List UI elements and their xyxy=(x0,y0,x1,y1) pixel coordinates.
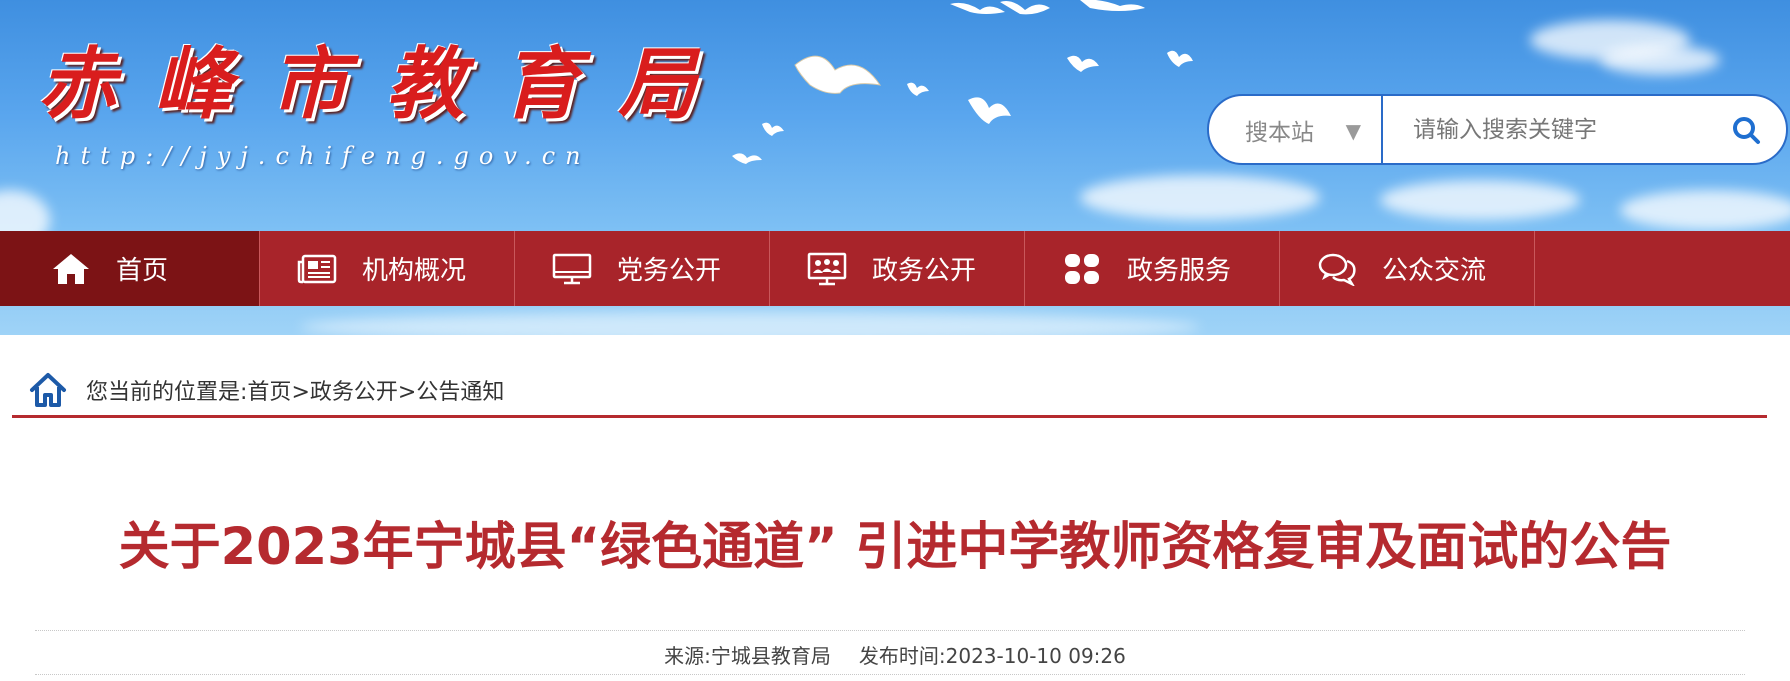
site-title: 赤峰市教育局 xyxy=(38,39,735,130)
dove-decoration xyxy=(762,122,784,136)
cloud-decoration xyxy=(300,312,1200,335)
dove-decoration xyxy=(968,97,1011,124)
nav-label: 首页 xyxy=(116,256,169,286)
article-meta: 来源:宁城县教育局 发布时间:2023-10-10 09:26 xyxy=(0,640,1790,669)
chat-icon xyxy=(1316,251,1358,287)
divider xyxy=(35,674,1745,675)
source-label: 来源: xyxy=(664,644,711,668)
monitor-icon xyxy=(551,251,593,287)
meeting-icon xyxy=(806,251,848,287)
dove-decoration xyxy=(907,82,929,96)
main-nav: 首页 机构概况 党务公开 政务公开 政务服务 公众交流 xyxy=(0,231,1790,306)
dove-decoration xyxy=(1167,50,1193,67)
nav-item-public-communication[interactable]: 公众交流 xyxy=(1280,231,1535,306)
header-banner: 赤峰市教育局 http://jyj.chifeng.gov.cn 搜本站 ▼ 首… xyxy=(0,0,1790,335)
search-scope-select[interactable]: 搜本站 ▼ xyxy=(1209,96,1383,163)
nav-item-organization[interactable]: 机构概况 xyxy=(260,231,515,306)
source-value: 宁城县教育局 xyxy=(710,644,831,668)
breadcrumb-link-announcements[interactable]: 公告通知 xyxy=(416,380,504,405)
dove-decoration xyxy=(732,153,762,164)
breadcrumb-prefix: 您当前的位置是: xyxy=(86,379,248,405)
search-button[interactable] xyxy=(1706,96,1786,163)
nav-label: 党务公开 xyxy=(617,256,722,286)
nav-item-government-affairs[interactable]: 政务公开 xyxy=(770,231,1025,306)
home-icon xyxy=(50,251,92,287)
breadcrumb-separator: > xyxy=(291,379,310,405)
search-scope-label: 搜本站 xyxy=(1245,119,1314,146)
dove-decoration xyxy=(1067,55,1099,72)
grid-icon xyxy=(1061,251,1103,287)
search-input[interactable] xyxy=(1383,96,1706,163)
search-bar: 搜本站 ▼ xyxy=(1207,94,1788,165)
cloud-decoration xyxy=(1080,175,1320,220)
breadcrumb-link-home[interactable]: 首页 xyxy=(247,380,291,405)
site-logo[interactable]: 赤峰市教育局 http://jyj.chifeng.gov.cn xyxy=(38,39,735,171)
nav-label: 政务服务 xyxy=(1127,256,1232,286)
cloud-decoration xyxy=(1600,45,1720,75)
site-url: http://jyj.chifeng.gov.cn xyxy=(55,142,591,170)
nav-item-party-affairs[interactable]: 党务公开 xyxy=(515,231,770,306)
home-outline-icon xyxy=(30,372,66,407)
breadcrumb-link-government-affairs[interactable]: 政务公开 xyxy=(310,380,398,405)
triangle-down-icon: ▼ xyxy=(1345,119,1361,143)
dove-decoration xyxy=(794,55,882,94)
nav-label: 公众交流 xyxy=(1382,256,1487,286)
publish-date-value: 2023-10-10 09:26 xyxy=(945,644,1126,668)
search-icon xyxy=(1733,116,1760,144)
article-title: 关于2023年宁城县“绿色通道” 引进中学教师资格复审及面试的公告 xyxy=(118,518,1672,577)
cloud-decoration xyxy=(1620,190,1790,230)
nav-item-home[interactable]: 首页 xyxy=(0,231,260,306)
nav-label: 政务公开 xyxy=(872,256,977,286)
divider xyxy=(35,630,1745,631)
publish-date-label: 发布时间: xyxy=(858,644,946,668)
breadcrumb-text: 您当前的位置是:首页>政务公开>公告通知 xyxy=(86,374,504,406)
nav-label: 机构概况 xyxy=(362,256,467,286)
breadcrumb-separator: > xyxy=(397,379,417,405)
dove-decoration xyxy=(950,0,1145,15)
nav-item-government-services[interactable]: 政务服务 xyxy=(1025,231,1280,306)
newspaper-icon xyxy=(296,251,338,287)
cloud-decoration xyxy=(1380,180,1580,220)
breadcrumb: 您当前的位置是:首页>政务公开>公告通知 xyxy=(12,364,1767,418)
